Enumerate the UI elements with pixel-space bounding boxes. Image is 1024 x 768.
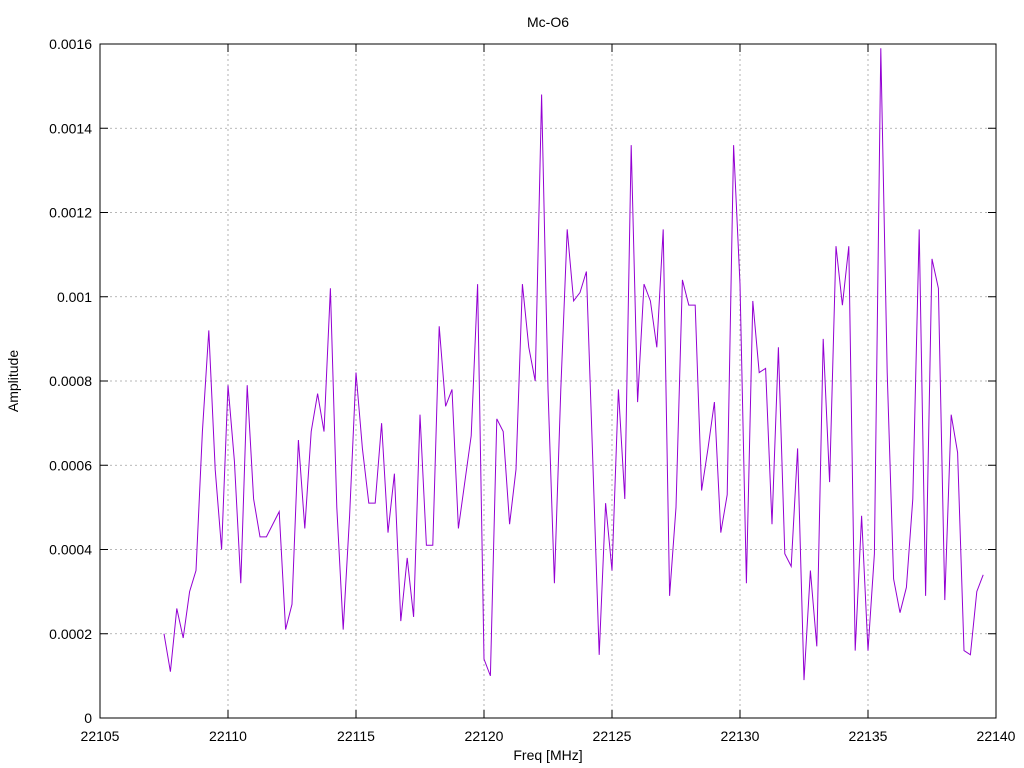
x-tick-label: 22125 [593, 728, 632, 744]
y-tick-label: 0.0006 [49, 457, 92, 473]
y-tick-label: 0.0014 [49, 120, 92, 136]
x-tick-label: 22115 [337, 728, 375, 744]
y-tick-label: 0.0008 [49, 373, 92, 389]
chart-title: Mc-O6 [527, 14, 569, 30]
chart: 22105 22110 22115 22120 22125 22130 22135 22140… [0, 0, 1024, 768]
x-tick-label: 22135 [849, 728, 888, 744]
y-tick-label: 0.0016 [49, 36, 92, 52]
y-tick-label: 0 [84, 710, 92, 726]
y-tick-label: 0.001 [57, 289, 92, 305]
y-tick-label: 0.0002 [49, 626, 92, 642]
x-tick-label: 22130 [721, 728, 760, 744]
x-axis-label: Freq [MHz] [513, 747, 582, 763]
x-tick-label: 22110 [209, 728, 247, 744]
x-tick-label: 22140 [977, 728, 1016, 744]
y-tick-label: 0.0004 [49, 542, 92, 558]
x-tick-label: 22120 [465, 728, 504, 744]
chart-background [0, 0, 1024, 768]
y-tick-label: 0.0012 [49, 205, 92, 221]
y-axis-label: Amplitude [5, 350, 21, 412]
x-tick-label: 22105 [81, 728, 120, 744]
